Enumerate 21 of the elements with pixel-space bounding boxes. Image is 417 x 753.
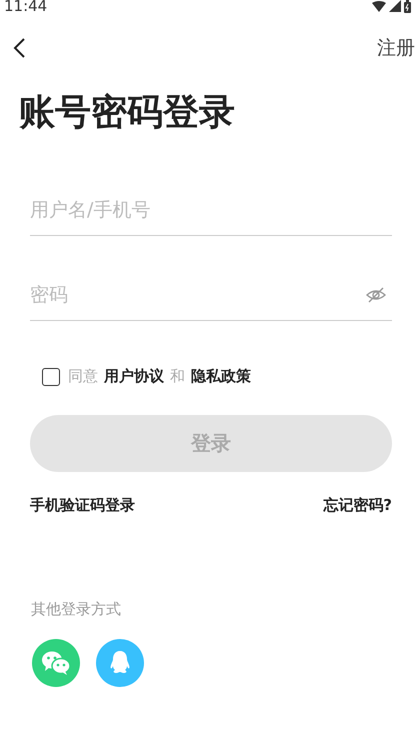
agree-checkbox[interactable] [42, 368, 60, 386]
agreement-text: 和 [170, 367, 185, 386]
page-title: 账号密码登录 [19, 91, 236, 135]
password-field[interactable]: 密码 [30, 284, 366, 306]
chevron-left-icon [12, 37, 26, 59]
signal-icon [389, 0, 401, 12]
forgot-password-link[interactable]: 忘记密码? [323, 496, 392, 515]
status-time: 11:44 [4, 0, 48, 13]
sms-login-link[interactable]: 手机验证码登录 [30, 496, 135, 515]
wechat-login-button[interactable] [32, 639, 80, 687]
wifi-icon [372, 0, 386, 12]
speech-bubbles-icon [41, 650, 71, 676]
penguin-icon [109, 650, 131, 676]
other-login-label: 其他登录方式 [31, 600, 122, 619]
qq-login-button[interactable] [96, 639, 144, 687]
username-field[interactable]: 用户名/手机号 [30, 199, 392, 221]
agreement-link[interactable]: 隐私政策 [191, 367, 251, 386]
agreement-text: 同意 [68, 367, 98, 386]
agreement-link[interactable]: 用户协议 [104, 367, 164, 386]
eye-slash-icon[interactable] [366, 287, 386, 303]
register-link[interactable]: 注册 [377, 35, 415, 61]
